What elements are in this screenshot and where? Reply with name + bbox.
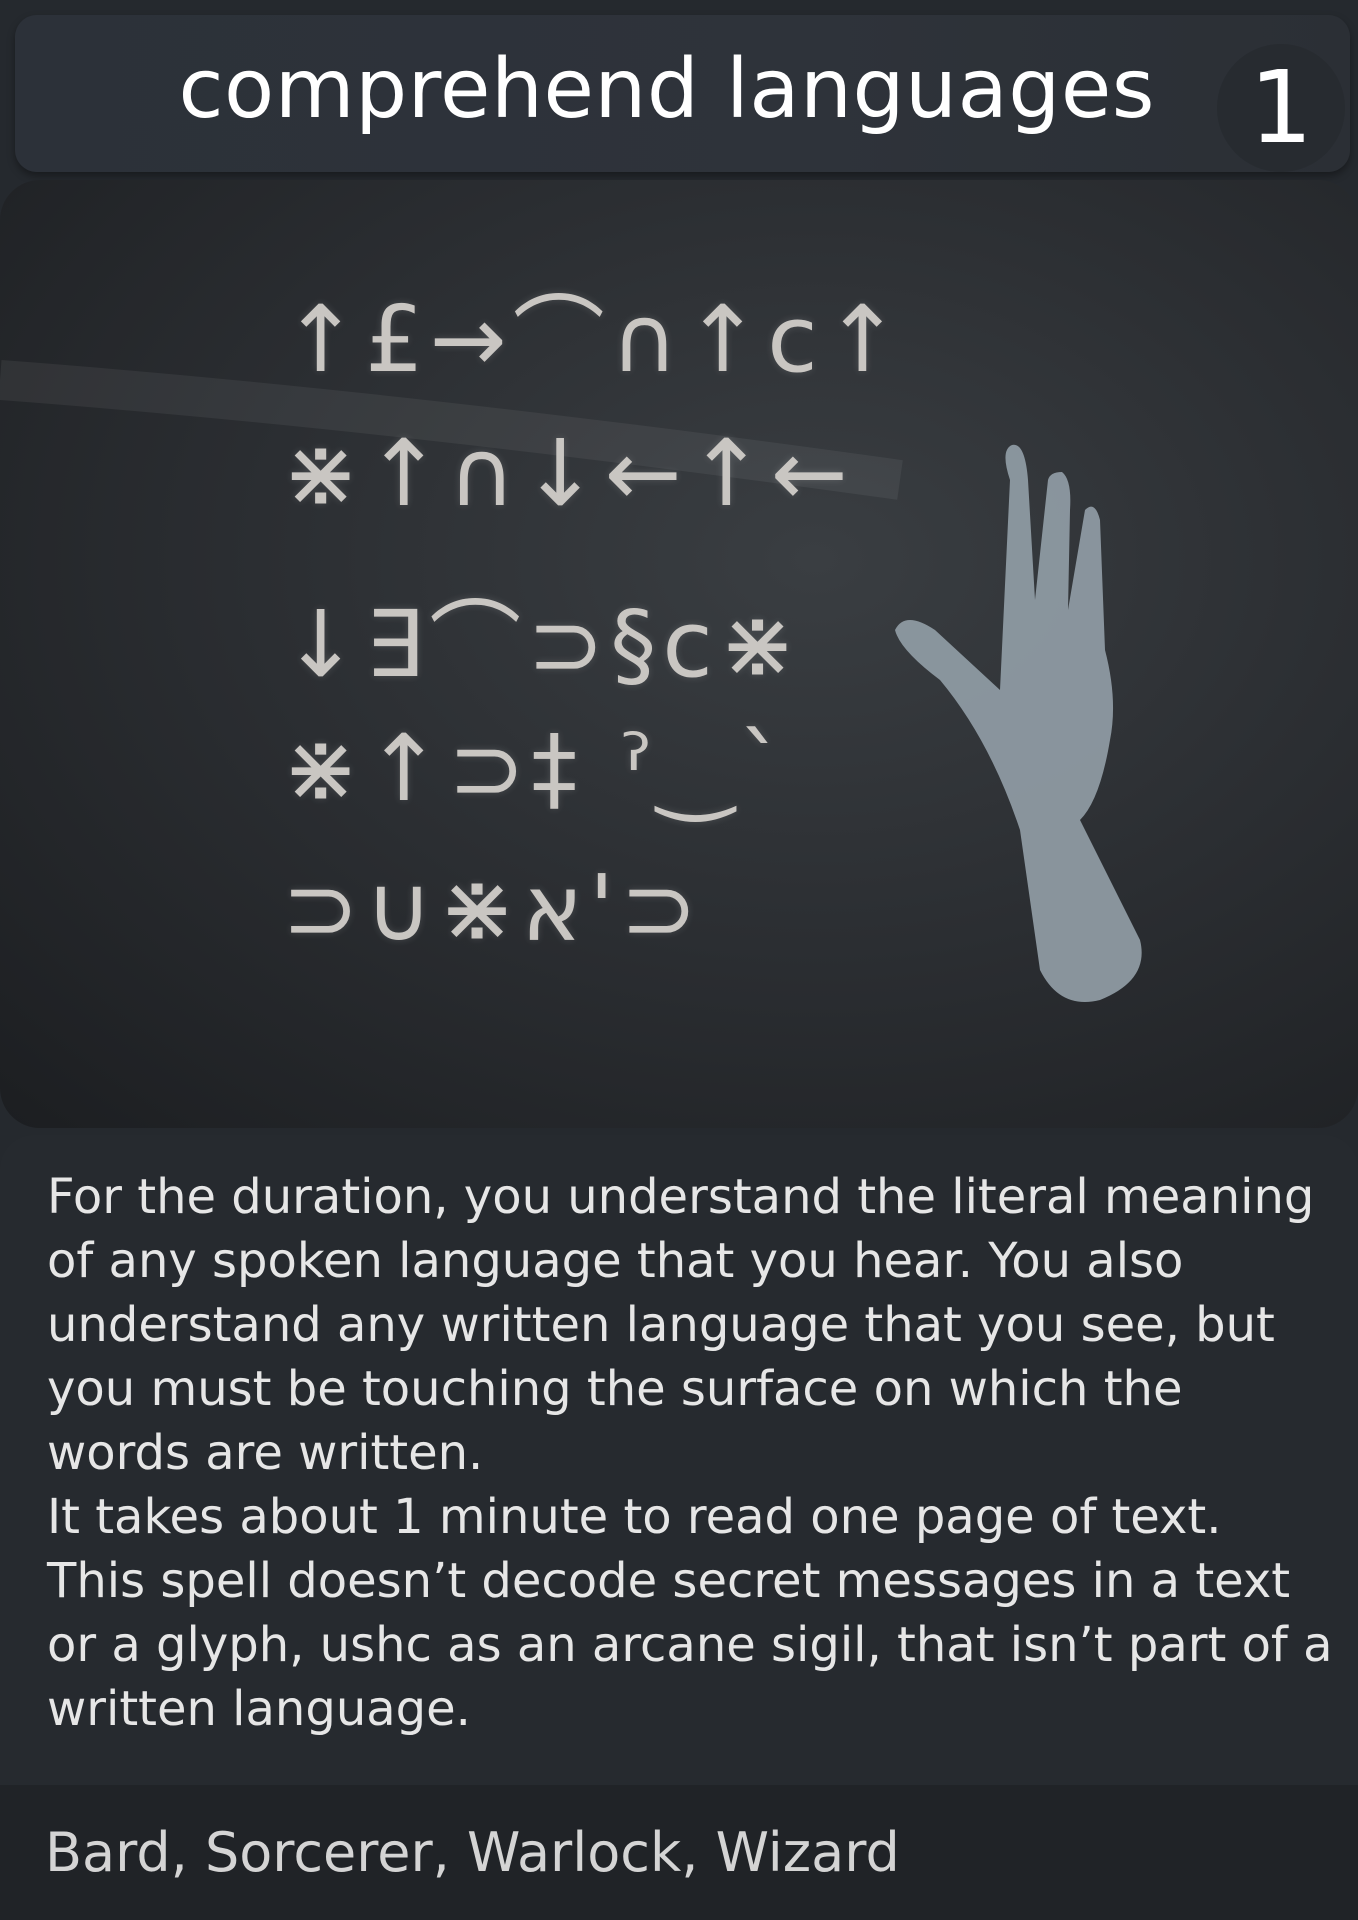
- spell-classes: Bard, Sorcerer, Warlock, Wizard: [45, 1821, 900, 1884]
- spell-description: For the duration, you understand the lit…: [0, 1135, 1358, 1785]
- description-paragraph: For the duration, you understand the lit…: [47, 1169, 1315, 1481]
- glyph-row: ⋇↑∩↓←↑←: [282, 420, 854, 527]
- glyph-row: ↑£→⌒∩↑c↑: [282, 286, 907, 393]
- spell-illustration: ↑£→⌒∩↑c↑ ⋇↑∩↓←↑← ↓∃⌒⊃§c⋇ ⋇↑⊃‡ ˀ‿ˋ ⊃∪⋇א'⊃: [0, 180, 1358, 1128]
- hand-illustration: [895, 444, 1142, 1002]
- description-paragraph: It takes about 1 minute to read one page…: [47, 1489, 1222, 1545]
- spell-level-badge: 1: [1217, 44, 1345, 172]
- spell-footer: Bard, Sorcerer, Warlock, Wizard: [0, 1785, 1358, 1920]
- glyph-row: ↓∃⌒⊃§c⋇: [282, 591, 802, 698]
- spell-header: comprehend languages 1: [15, 15, 1350, 172]
- glyph-row: ⋇↑⊃‡ ˀ‿ˋ: [282, 715, 791, 822]
- glyph-row: ⊃∪⋇א'⊃: [282, 855, 704, 962]
- description-paragraph: This spell doesn’t decode secret message…: [47, 1553, 1333, 1737]
- spell-title: comprehend languages: [178, 42, 1155, 137]
